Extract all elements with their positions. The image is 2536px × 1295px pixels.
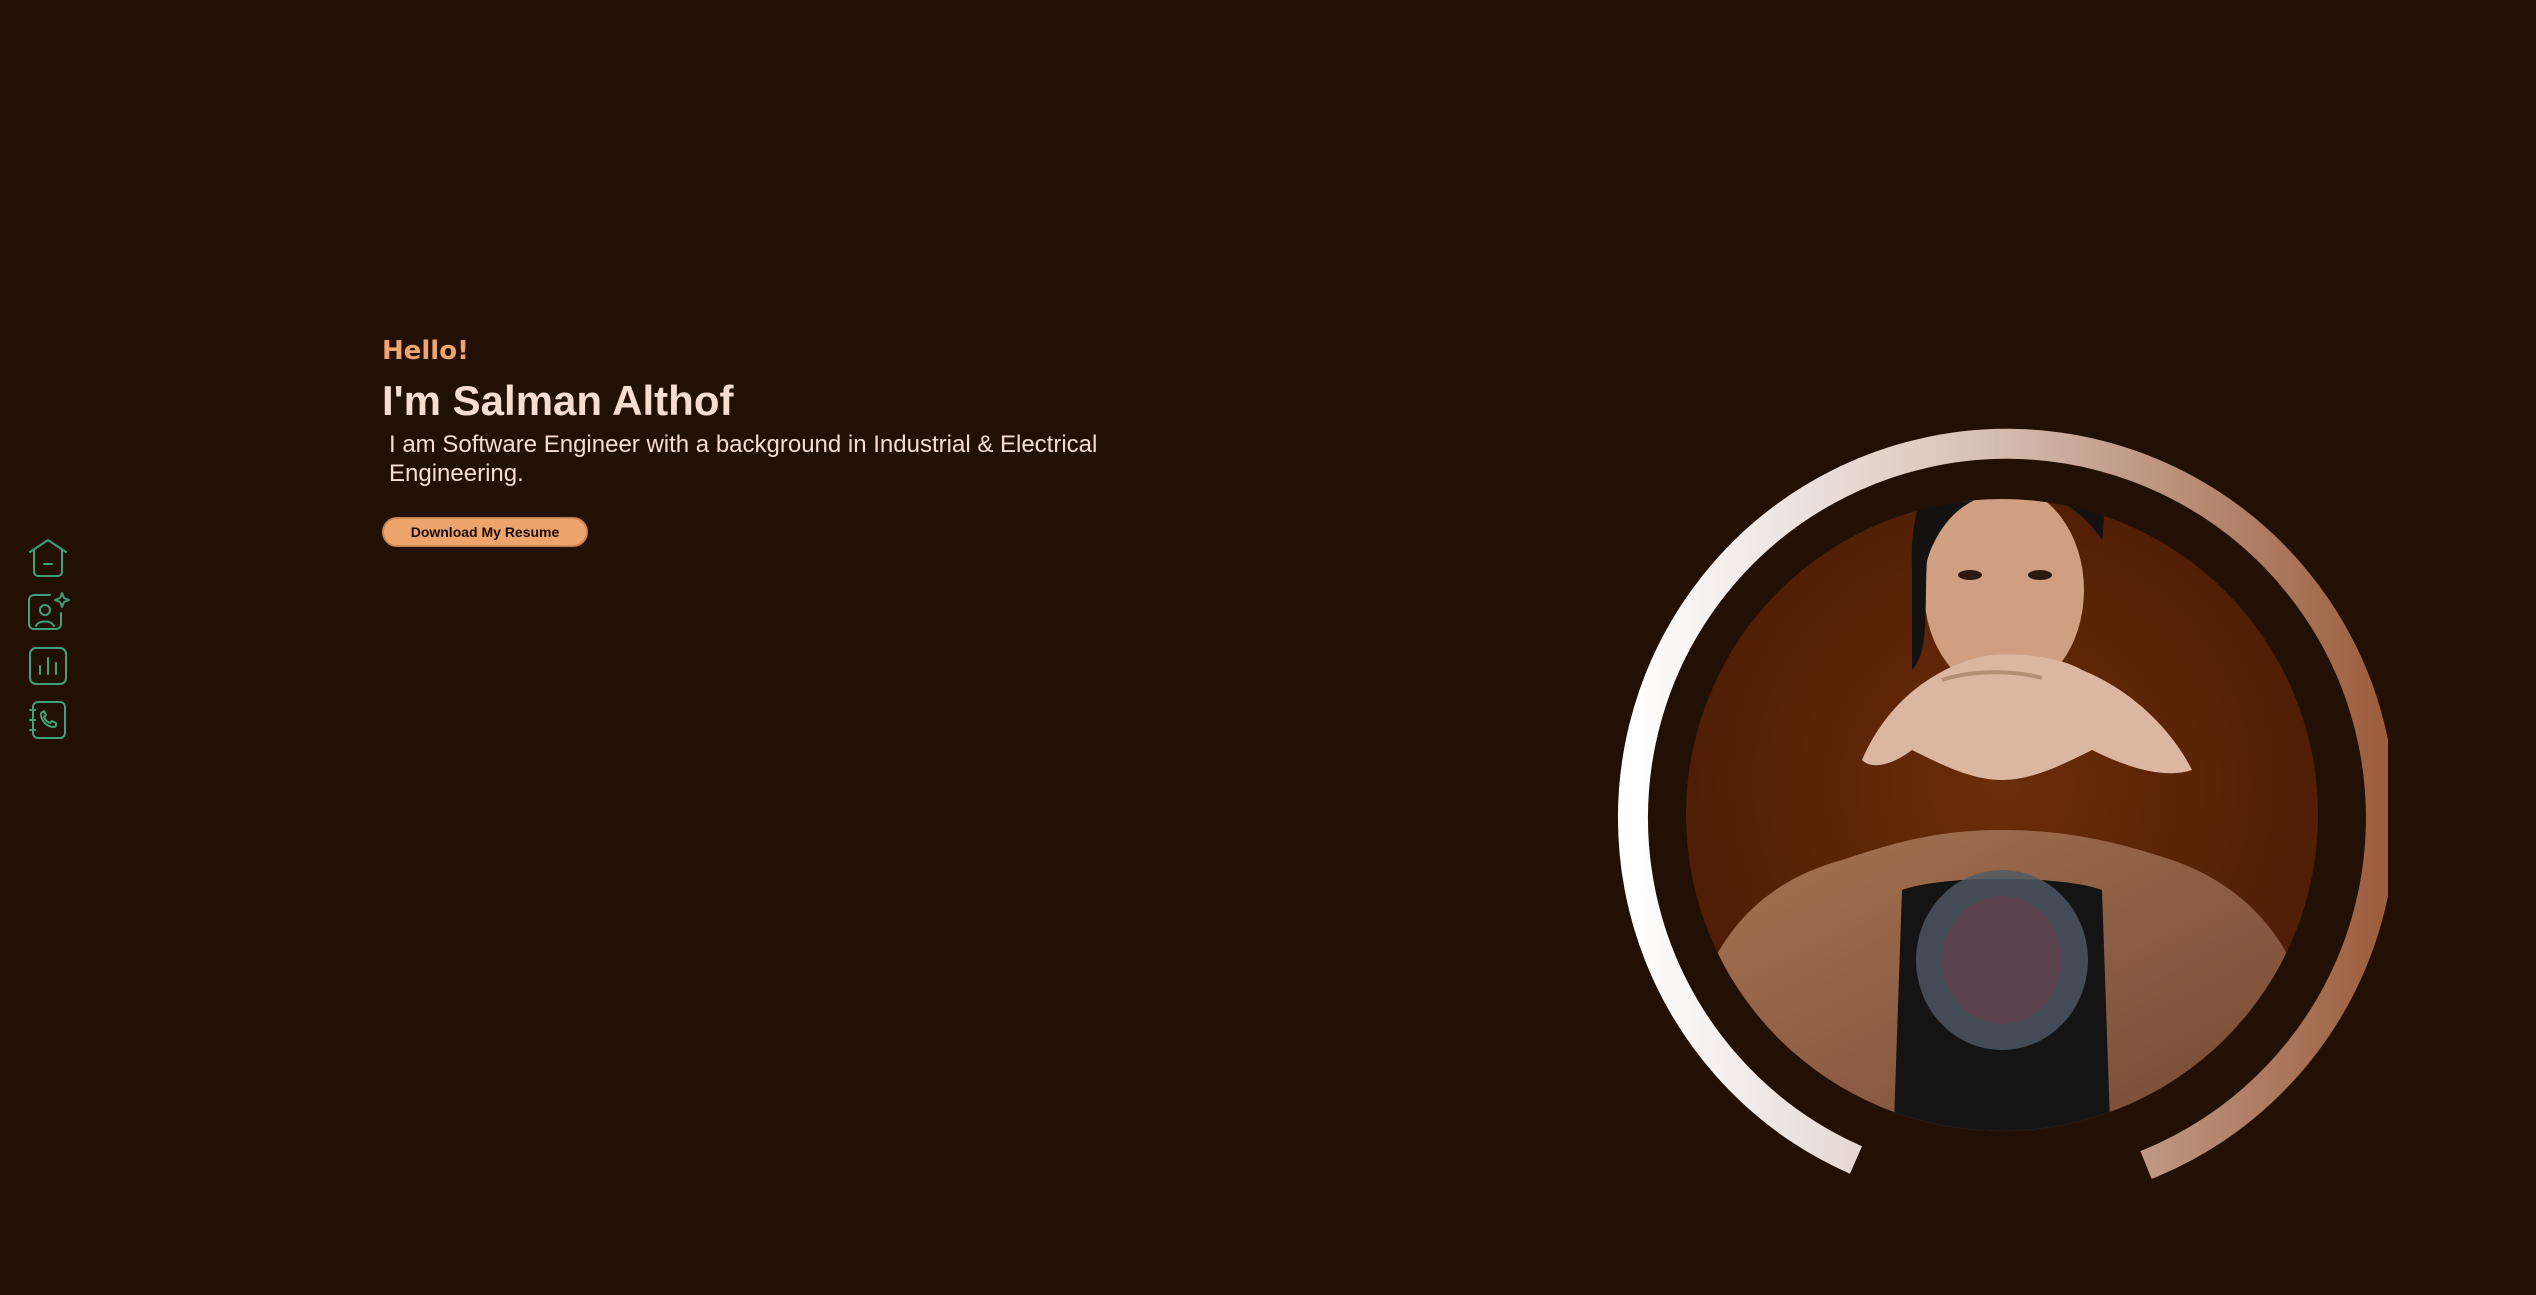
page-title: I'm Salman Althof bbox=[382, 377, 734, 424]
greeting: Hello! bbox=[382, 336, 469, 366]
nav-about-button[interactable] bbox=[26, 592, 70, 632]
portrait-graphic bbox=[1617, 428, 2388, 1179]
bio-text: I am Software Engineer with a background… bbox=[389, 431, 1098, 487]
nav-home-button[interactable] bbox=[26, 538, 70, 578]
user-sparkle-icon bbox=[28, 592, 70, 630]
nav-skills-button[interactable] bbox=[26, 646, 70, 686]
chart-bars-icon bbox=[29, 647, 67, 685]
contact-book-phone-icon bbox=[29, 701, 66, 739]
page: Hello! I'm Salman Althof I am Software E… bbox=[0, 0, 2536, 1295]
hero-section: Hello! I'm Salman Althof I am Software E… bbox=[382, 334, 1162, 547]
side-nav bbox=[26, 538, 70, 740]
download-resume-button[interactable]: Download My Resume bbox=[382, 517, 588, 547]
nav-contact-button[interactable] bbox=[26, 700, 70, 740]
profile-portrait bbox=[1612, 420, 2388, 1180]
home-icon bbox=[29, 539, 67, 577]
